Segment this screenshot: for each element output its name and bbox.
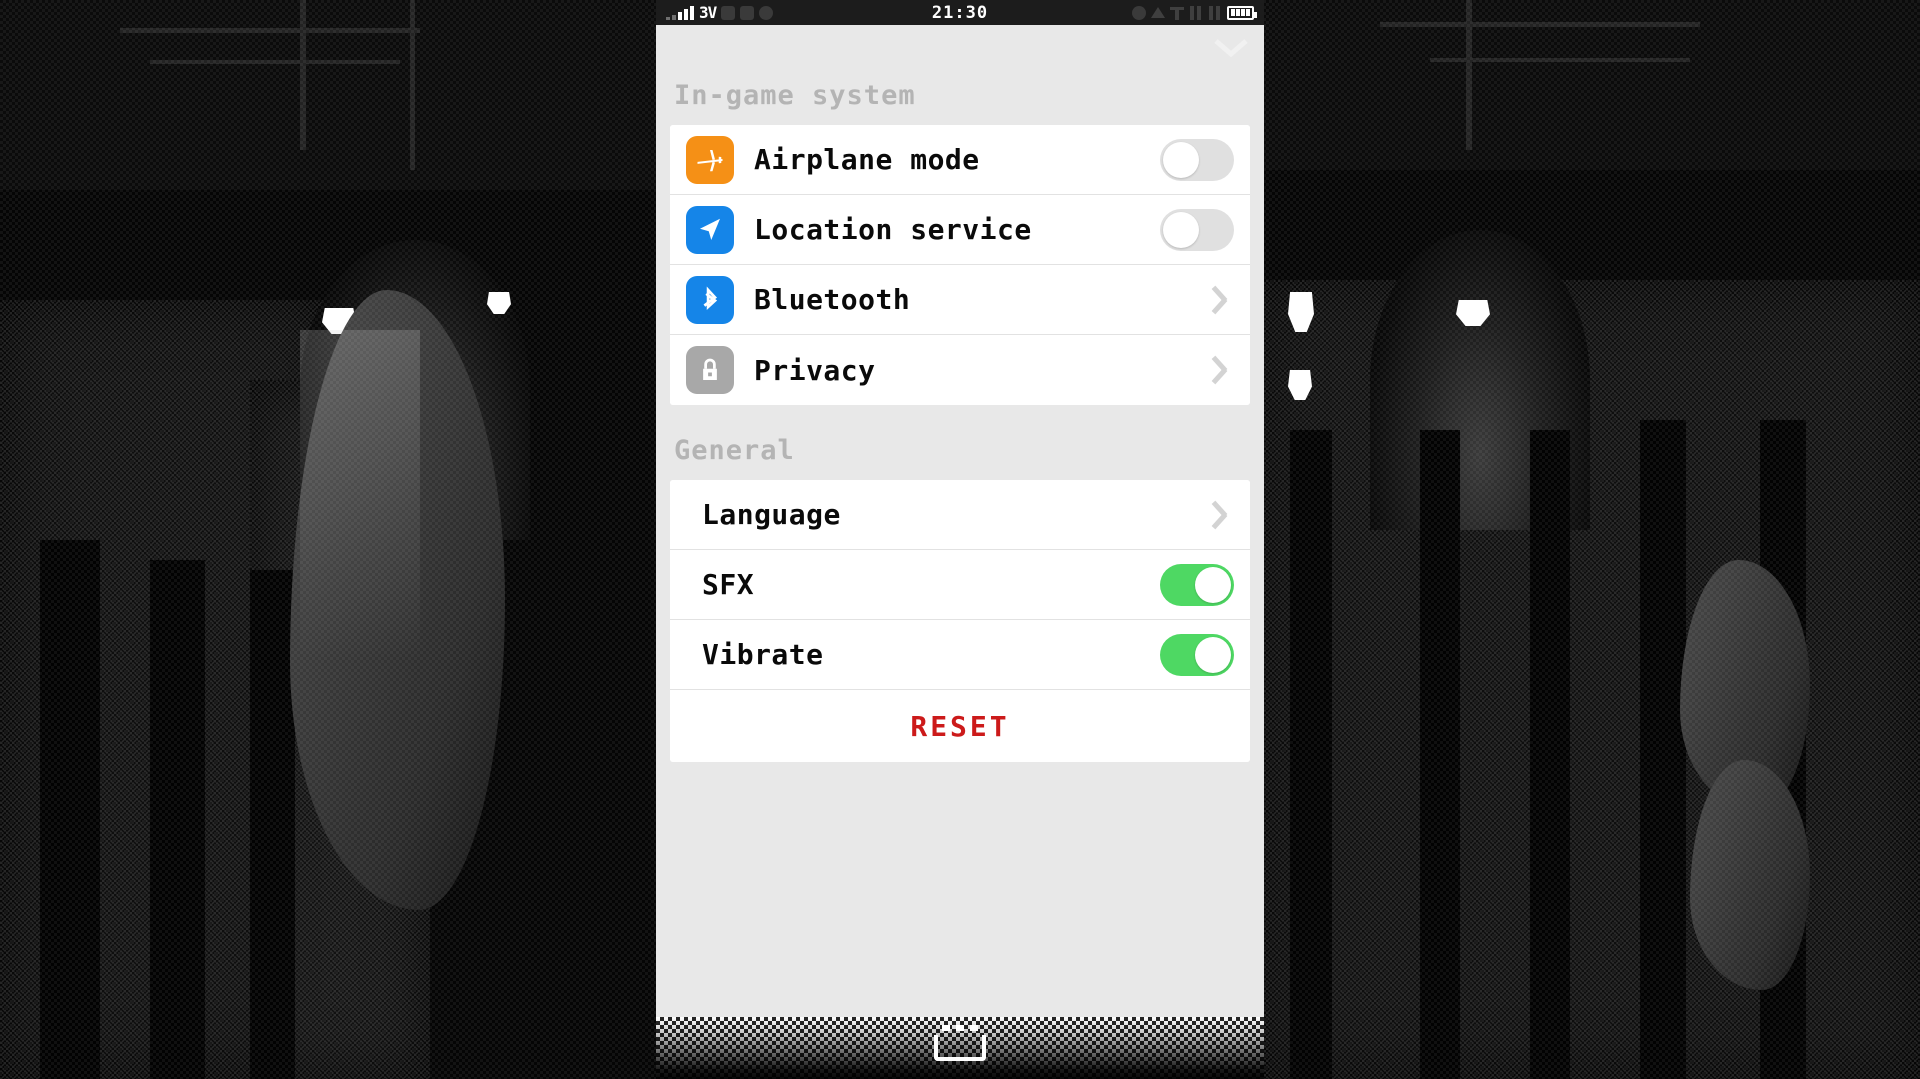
row-label: Vibrate bbox=[702, 638, 824, 671]
toggle-sfx[interactable] bbox=[1160, 563, 1234, 606]
row-label: Privacy bbox=[754, 353, 876, 387]
chevron-right-icon[interactable] bbox=[1212, 285, 1230, 315]
row-sfx[interactable]: SFX bbox=[670, 550, 1250, 620]
plus-icon bbox=[740, 5, 755, 20]
row-label: SFX bbox=[702, 568, 755, 601]
settings-screen: In-game system Airplane mode Location se… bbox=[656, 25, 1264, 1079]
background-left-scene bbox=[0, 0, 660, 1079]
camera-icon bbox=[759, 5, 774, 20]
toggle-location-service[interactable] bbox=[1160, 208, 1234, 251]
tee-icon bbox=[1170, 6, 1184, 20]
triangle-icon bbox=[1151, 7, 1165, 18]
toggle-airplane-mode[interactable] bbox=[1160, 138, 1234, 181]
bluetooth-icon bbox=[686, 275, 734, 324]
signal-bars-icon bbox=[666, 5, 694, 20]
row-airplane-mode[interactable]: Airplane mode bbox=[670, 125, 1250, 195]
row-label: Airplane mode bbox=[754, 143, 980, 176]
toggle-vibrate[interactable] bbox=[1160, 633, 1234, 676]
section-card-general: Language SFX Vibrate RESET bbox=[670, 480, 1250, 762]
row-label: Location service bbox=[754, 213, 1032, 246]
in-game-phone-panel: 3V 21:30 In-game system Airplane mode Lo… bbox=[656, 0, 1264, 1079]
heart-icon bbox=[721, 5, 736, 20]
airplane-icon bbox=[686, 135, 734, 184]
circle-icon bbox=[1132, 5, 1146, 20]
network-type-label: 3V bbox=[699, 2, 717, 22]
panel-header bbox=[656, 25, 1264, 80]
row-privacy[interactable]: Privacy bbox=[670, 335, 1250, 405]
row-label: Language bbox=[702, 498, 841, 531]
status-bar: 3V 21:30 bbox=[656, 0, 1264, 25]
row-language[interactable]: Language bbox=[670, 480, 1250, 550]
reset-button[interactable]: RESET bbox=[670, 690, 1250, 762]
chevron-right-icon[interactable] bbox=[1212, 500, 1230, 530]
home-indicator-icon[interactable] bbox=[934, 1025, 986, 1061]
row-bluetooth[interactable]: Bluetooth bbox=[670, 265, 1250, 335]
background-right-scene bbox=[1260, 0, 1920, 1079]
pause-icon bbox=[1189, 5, 1203, 20]
location-icon bbox=[686, 205, 734, 254]
lock-icon bbox=[686, 346, 734, 394]
row-label: Bluetooth bbox=[754, 283, 911, 316]
chevron-right-icon[interactable] bbox=[1212, 355, 1230, 385]
row-vibrate[interactable]: Vibrate bbox=[670, 620, 1250, 690]
battery-icon bbox=[1227, 5, 1257, 20]
reset-label: RESET bbox=[910, 709, 1010, 743]
row-location-service[interactable]: Location service bbox=[670, 195, 1250, 265]
chevron-down-icon[interactable] bbox=[1214, 37, 1248, 59]
section-card-in-game-system: Airplane mode Location service Bluetooth… bbox=[670, 125, 1250, 405]
section-title-in-game-system: In-game system bbox=[674, 80, 916, 111]
pause-icon bbox=[1208, 5, 1222, 20]
section-title-general: General bbox=[674, 435, 795, 466]
